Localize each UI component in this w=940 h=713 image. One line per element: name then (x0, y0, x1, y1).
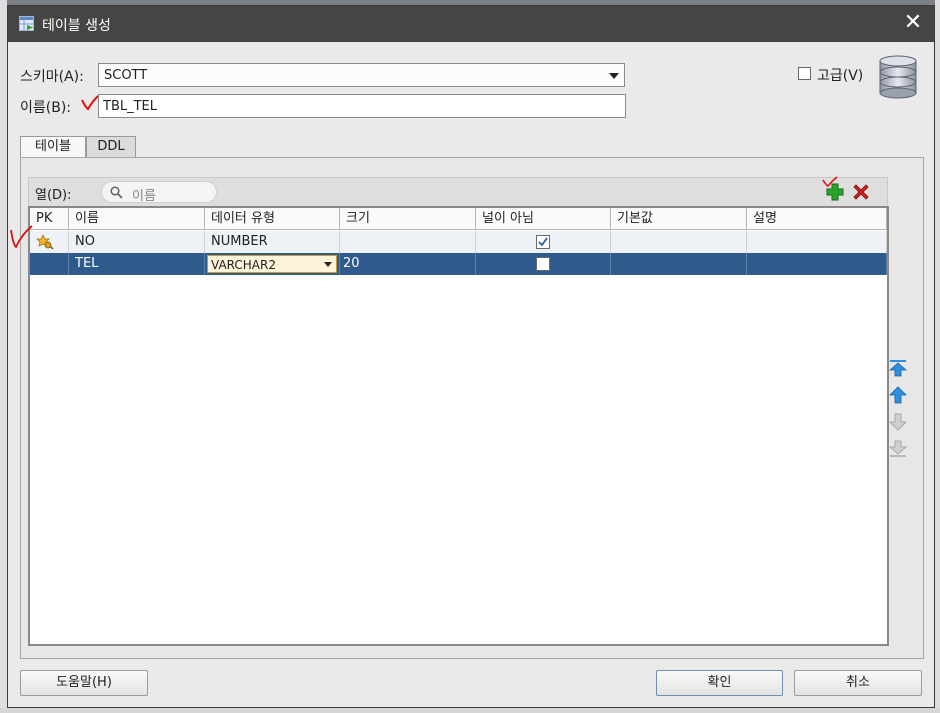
search-placeholder: 이름 (132, 189, 156, 204)
red-checkmark-annotation (10, 225, 33, 249)
header-data-type[interactable]: 데이터 유형 (205, 208, 340, 230)
add-column-icon[interactable] (826, 183, 844, 201)
size-cell[interactable]: 20 (340, 253, 476, 275)
move-down-icon[interactable] (888, 412, 908, 432)
ok-button[interactable]: 확인 (656, 670, 783, 696)
size-cell[interactable] (340, 231, 476, 253)
table-name-label: 이름(B): (20, 100, 72, 116)
key-icon (36, 234, 54, 250)
not-null-checkbox[interactable] (536, 235, 550, 249)
window-title: 테이블 생성 (42, 18, 111, 34)
name-cell[interactable]: TEL (69, 253, 205, 275)
delete-column-icon[interactable] (852, 183, 870, 201)
not-null-cell[interactable] (476, 231, 611, 253)
move-to-bottom-icon[interactable] (888, 439, 908, 459)
header-size[interactable]: 크기 (340, 208, 476, 230)
schema-label: 스키마(A): (20, 69, 84, 85)
data-type-select[interactable]: VARCHAR2 (207, 255, 337, 273)
name-cell[interactable]: NO (69, 231, 205, 253)
columns-toolbar: 열(D): 이름 (28, 176, 888, 207)
tab-table[interactable]: 테이블 (20, 136, 86, 159)
chevron-down-icon (324, 262, 332, 267)
schema-select[interactable]: SCOTT (98, 63, 625, 87)
search-icon (110, 186, 123, 199)
chevron-down-icon (609, 73, 619, 79)
not-null-checkbox[interactable] (536, 257, 550, 271)
header-pk[interactable]: PK (30, 208, 69, 230)
title-bar: 테이블 생성 ✕ (8, 6, 934, 42)
close-icon[interactable]: ✕ (902, 11, 924, 35)
table-icon (19, 16, 34, 31)
default-cell[interactable] (611, 231, 747, 253)
cancel-button[interactable]: 취소 (794, 670, 922, 696)
background-window-left (0, 0, 7, 713)
advanced-checkbox[interactable] (798, 67, 811, 80)
background-window-right (935, 0, 940, 713)
help-button[interactable]: 도움말(H) (20, 670, 148, 696)
header-name[interactable]: 이름 (69, 208, 205, 230)
move-up-icon[interactable] (888, 385, 908, 405)
header-comment[interactable]: 설명 (747, 208, 887, 230)
checkmark-icon (538, 237, 548, 247)
create-table-dialog: 테이블 생성 ✕ 스키마(A): SCOTT 고급(V) 이름(B): TBL_… (7, 5, 935, 708)
pk-cell[interactable] (30, 253, 69, 275)
database-icon (879, 55, 917, 99)
columns-grid: PK 이름 데이터 유형 크기 널이 아님 기본값 설명 NO NUMBER T… (28, 206, 889, 646)
red-checkmark-annotation (81, 95, 99, 111)
comment-cell[interactable] (747, 253, 887, 275)
advanced-label: 고급(V) (817, 68, 864, 84)
header-default[interactable]: 기본값 (611, 208, 747, 230)
schema-value: SCOTT (104, 68, 148, 83)
data-type-cell[interactable]: NUMBER (205, 231, 340, 253)
columns-label: 열(D): (35, 188, 72, 203)
default-cell[interactable] (611, 253, 747, 275)
not-null-cell[interactable] (476, 253, 611, 275)
column-search-input[interactable]: 이름 (101, 181, 217, 204)
data-type-cell[interactable]: VARCHAR2 (205, 253, 340, 275)
table-name-value: TBL_TEL (103, 99, 157, 114)
tab-ddl[interactable]: DDL (86, 136, 136, 158)
data-type-value: VARCHAR2 (211, 258, 276, 272)
comment-cell[interactable] (747, 231, 887, 253)
header-not-null[interactable]: 널이 아님 (476, 208, 611, 230)
table-name-input[interactable]: TBL_TEL (98, 94, 626, 118)
move-to-top-icon[interactable] (888, 358, 908, 378)
pk-cell[interactable] (30, 231, 69, 253)
background-window-bottom (0, 708, 940, 713)
